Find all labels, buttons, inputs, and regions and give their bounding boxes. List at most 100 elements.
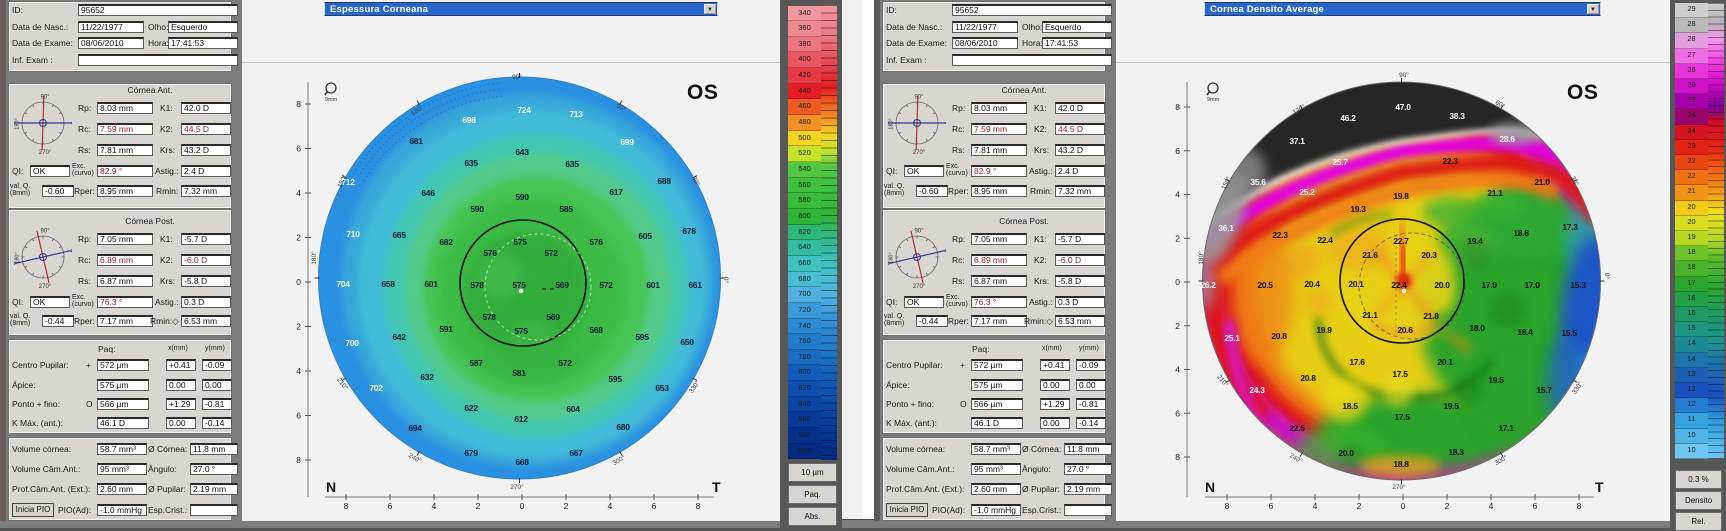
svg-text:8: 8 bbox=[296, 99, 301, 109]
svg-text:680: 680 bbox=[616, 422, 630, 432]
svg-text:698: 698 bbox=[462, 115, 476, 125]
svg-text:642: 642 bbox=[392, 332, 406, 342]
svg-text:19.4: 19.4 bbox=[1467, 236, 1483, 246]
svg-text:21.8: 21.8 bbox=[1423, 311, 1439, 321]
svg-text:0: 0 bbox=[1175, 277, 1180, 287]
svg-text:20.0: 20.0 bbox=[1338, 448, 1354, 458]
svg-text:2: 2 bbox=[1445, 501, 1450, 511]
svg-text:21.0: 21.0 bbox=[1534, 177, 1550, 187]
svg-text:17.5: 17.5 bbox=[1394, 412, 1410, 422]
svg-text:20.1: 20.1 bbox=[1348, 279, 1364, 289]
svg-text:585: 585 bbox=[559, 204, 573, 214]
svg-text:20.8: 20.8 bbox=[1271, 331, 1287, 341]
svg-text:8: 8 bbox=[344, 501, 349, 511]
svg-text:587: 587 bbox=[469, 358, 483, 368]
svg-text:8: 8 bbox=[696, 501, 701, 511]
svg-text:35.6: 35.6 bbox=[1250, 177, 1266, 187]
svg-text:604: 604 bbox=[566, 404, 580, 414]
svg-text:658: 658 bbox=[381, 279, 395, 289]
svg-text:661: 661 bbox=[688, 280, 702, 290]
svg-text:678: 678 bbox=[682, 226, 696, 236]
svg-text:19.5: 19.5 bbox=[1488, 375, 1504, 385]
svg-text:22.7: 22.7 bbox=[1393, 236, 1409, 246]
svg-text:569: 569 bbox=[546, 312, 560, 322]
svg-text:4: 4 bbox=[1175, 365, 1180, 375]
svg-text:595: 595 bbox=[608, 374, 622, 384]
svg-text:18.0: 18.0 bbox=[1469, 323, 1485, 333]
svg-text:8: 8 bbox=[1175, 102, 1180, 112]
svg-text:575: 575 bbox=[514, 326, 528, 336]
svg-text:2: 2 bbox=[296, 322, 301, 332]
svg-text:22.5: 22.5 bbox=[1289, 423, 1305, 433]
svg-text:0°: 0° bbox=[1603, 273, 1611, 280]
svg-text:17.0: 17.0 bbox=[1524, 280, 1540, 290]
svg-text:665: 665 bbox=[392, 230, 406, 240]
svg-text:2: 2 bbox=[1175, 233, 1180, 243]
svg-text:8: 8 bbox=[1577, 501, 1582, 511]
svg-text:38.3: 38.3 bbox=[1449, 111, 1465, 121]
svg-text:6: 6 bbox=[1175, 146, 1180, 156]
svg-text:601: 601 bbox=[646, 280, 660, 290]
svg-text:17.1: 17.1 bbox=[1498, 423, 1514, 433]
svg-text:576: 576 bbox=[589, 237, 603, 247]
svg-text:6: 6 bbox=[296, 411, 301, 421]
svg-text:N: N bbox=[326, 479, 336, 495]
svg-text:6: 6 bbox=[296, 144, 301, 154]
svg-text:724: 724 bbox=[517, 105, 531, 115]
svg-text:17.0: 17.0 bbox=[1481, 280, 1497, 290]
svg-text:578: 578 bbox=[470, 280, 484, 290]
svg-text:576: 576 bbox=[483, 248, 497, 258]
svg-text:20.6: 20.6 bbox=[1397, 325, 1413, 335]
svg-text:6: 6 bbox=[388, 501, 393, 511]
svg-text:17.5: 17.5 bbox=[1392, 369, 1408, 379]
svg-text:2: 2 bbox=[564, 501, 569, 511]
svg-text:635: 635 bbox=[464, 158, 478, 168]
svg-text:575: 575 bbox=[513, 237, 527, 247]
svg-text:20.3: 20.3 bbox=[1421, 250, 1437, 260]
svg-text:6: 6 bbox=[1533, 501, 1538, 511]
svg-text:572: 572 bbox=[544, 248, 558, 258]
svg-text:668: 668 bbox=[515, 457, 529, 467]
svg-text:180°: 180° bbox=[310, 251, 318, 265]
svg-text:T: T bbox=[1595, 479, 1604, 495]
svg-text:18.8: 18.8 bbox=[1513, 228, 1529, 238]
svg-text:4: 4 bbox=[1489, 501, 1494, 511]
svg-text:8: 8 bbox=[1225, 501, 1230, 511]
svg-text:4: 4 bbox=[296, 366, 301, 376]
svg-text:20.5: 20.5 bbox=[1257, 280, 1273, 290]
svg-text:0: 0 bbox=[520, 501, 525, 511]
svg-text:18.8: 18.8 bbox=[1393, 459, 1409, 469]
svg-text:37.1: 37.1 bbox=[1289, 136, 1305, 146]
svg-text:682: 682 bbox=[439, 237, 453, 247]
svg-text:22.4: 22.4 bbox=[1391, 280, 1407, 290]
svg-text:8: 8 bbox=[296, 455, 301, 465]
svg-text:595: 595 bbox=[635, 332, 649, 342]
svg-text:19.8: 19.8 bbox=[1393, 191, 1409, 201]
svg-text:6: 6 bbox=[1175, 408, 1180, 418]
svg-text:700: 700 bbox=[345, 338, 359, 348]
svg-text:9mm: 9mm bbox=[325, 97, 338, 103]
svg-text:632: 632 bbox=[420, 372, 434, 382]
svg-text:18.5: 18.5 bbox=[1342, 401, 1358, 411]
svg-text:4: 4 bbox=[432, 501, 437, 511]
svg-text:15.3: 15.3 bbox=[1570, 280, 1586, 290]
svg-text:2: 2 bbox=[296, 233, 301, 243]
svg-text:646: 646 bbox=[421, 188, 435, 198]
svg-text:2: 2 bbox=[1175, 321, 1180, 331]
svg-text:699: 699 bbox=[620, 137, 634, 147]
svg-text:OS: OS bbox=[1567, 81, 1598, 104]
svg-text:0°: 0° bbox=[722, 277, 730, 284]
svg-text:590: 590 bbox=[470, 204, 484, 214]
svg-text:4: 4 bbox=[1175, 190, 1180, 200]
svg-text:47.0: 47.0 bbox=[1395, 102, 1411, 112]
svg-text:581: 581 bbox=[512, 368, 526, 378]
svg-text:19.9: 19.9 bbox=[1316, 325, 1332, 335]
svg-text:17.3: 17.3 bbox=[1562, 222, 1578, 232]
svg-text:650: 650 bbox=[680, 337, 694, 347]
svg-text:653: 653 bbox=[655, 383, 669, 393]
svg-text:18.3: 18.3 bbox=[1448, 447, 1464, 457]
svg-text:713: 713 bbox=[569, 109, 583, 119]
svg-text:667: 667 bbox=[569, 448, 583, 458]
svg-text:681: 681 bbox=[409, 136, 423, 146]
svg-text:15.7: 15.7 bbox=[1536, 385, 1552, 395]
